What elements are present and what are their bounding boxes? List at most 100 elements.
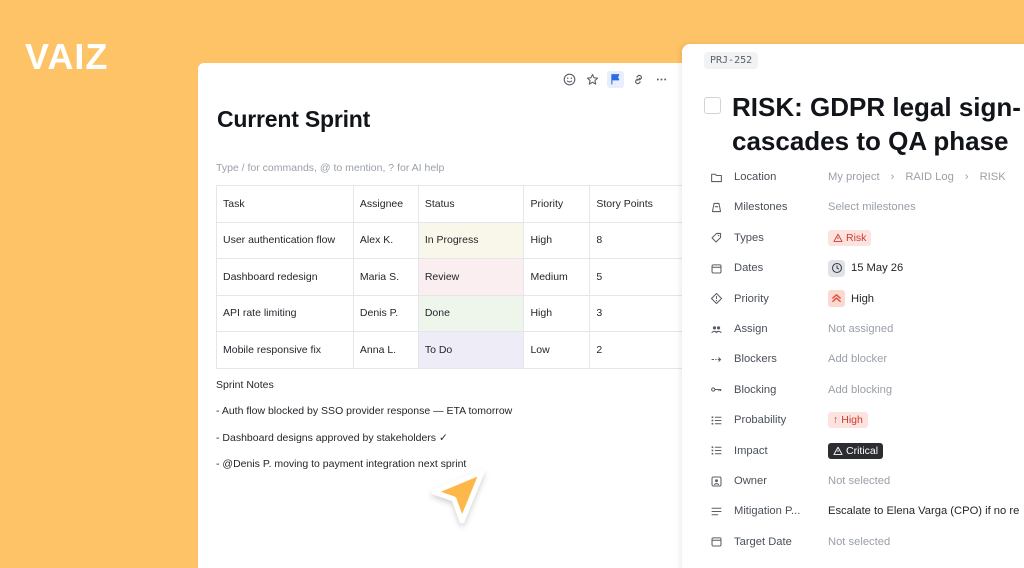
table-cell[interactable]: Denis P. bbox=[352, 294, 419, 332]
property-impact[interactable]: Impact Critical bbox=[710, 439, 1024, 463]
priority-text[interactable]: High bbox=[851, 293, 874, 305]
flag-button[interactable] bbox=[607, 71, 624, 88]
chevron-right-icon: › bbox=[890, 171, 895, 183]
property-label: Mitigation P... bbox=[734, 505, 801, 518]
blockers-value[interactable]: Add blocker bbox=[828, 353, 887, 365]
task-title[interactable]: RISK: GDPR legal sign- cascades to QA ph… bbox=[732, 90, 1021, 158]
emoji-button[interactable] bbox=[561, 71, 578, 88]
more-button[interactable] bbox=[653, 71, 670, 88]
location-breadcrumb: My project › RAID Log › RISK bbox=[828, 171, 1006, 183]
emoji-icon bbox=[563, 73, 576, 86]
property-label: Priority bbox=[734, 292, 769, 305]
table-cell[interactable]: Dashboard redesign bbox=[216, 258, 354, 296]
calendar-icon bbox=[710, 535, 724, 549]
table-cell[interactable]: Maria S. bbox=[352, 258, 419, 296]
table-cell[interactable]: API rate limiting bbox=[216, 294, 354, 332]
status-cell[interactable]: To Do bbox=[417, 331, 525, 369]
date-text[interactable]: 15 May 26 bbox=[851, 262, 903, 274]
document-title[interactable]: Current Sprint bbox=[217, 106, 370, 133]
task-title-line: cascades to QA phase bbox=[732, 126, 1009, 156]
property-location[interactable]: Location My project › RAID Log › RISK bbox=[710, 165, 1024, 189]
owner-value[interactable]: Not selected bbox=[828, 475, 890, 487]
vaiz-logo: VAIZ bbox=[25, 36, 125, 77]
link-icon bbox=[635, 74, 642, 85]
tag-label: Critical bbox=[846, 444, 879, 457]
property-label: Assign bbox=[734, 323, 768, 335]
task-detail-panel: PRJ-252 RISK: GDPR legal sign- cascades … bbox=[682, 44, 1024, 568]
table-row: User authentication flow Alex K. In Prog… bbox=[216, 221, 698, 259]
flag-icon bbox=[611, 74, 620, 85]
probability-tag[interactable]: ↑ High bbox=[828, 412, 868, 429]
property-priority[interactable]: Priority High bbox=[710, 287, 1024, 311]
property-blockers[interactable]: Blockers Add blocker bbox=[710, 347, 1024, 371]
column-header-task[interactable]: Task bbox=[216, 185, 354, 223]
property-label: Blockers bbox=[734, 353, 777, 366]
folder-icon bbox=[710, 170, 724, 184]
favorite-button[interactable] bbox=[584, 71, 601, 88]
property-label: Milestones bbox=[734, 201, 788, 214]
users-icon bbox=[710, 322, 724, 336]
pointer-cursor-icon bbox=[424, 466, 490, 532]
tag-label: High bbox=[841, 414, 863, 427]
property-label: Owner bbox=[734, 475, 767, 487]
property-owner[interactable]: Owner Not selected bbox=[710, 469, 1024, 493]
tag-label: Risk bbox=[846, 231, 867, 244]
target-date-value[interactable]: Not selected bbox=[828, 536, 890, 548]
notes-heading: Sprint Notes bbox=[216, 379, 274, 391]
risk-tag[interactable]: Risk bbox=[828, 229, 872, 246]
column-header-assignee[interactable]: Assignee bbox=[352, 185, 419, 223]
column-header-priority[interactable]: Priority bbox=[523, 185, 591, 223]
property-types[interactable]: Types Risk bbox=[710, 226, 1024, 250]
sprint-table: Task Assignee Status Priority Story Poin… bbox=[216, 185, 698, 369]
property-assign[interactable]: Assign Not assigned bbox=[710, 317, 1024, 341]
table-cell[interactable]: Alex K. bbox=[352, 221, 419, 259]
column-header-status[interactable]: Status bbox=[417, 185, 525, 223]
key-icon bbox=[710, 383, 724, 397]
task-complete-checkbox[interactable] bbox=[704, 97, 721, 114]
types-value: Risk bbox=[828, 229, 872, 246]
property-blocking[interactable]: Blocking Add blocking bbox=[710, 378, 1024, 402]
copy-link-button[interactable] bbox=[630, 71, 647, 88]
breadcrumb-item[interactable]: RAID Log bbox=[905, 171, 954, 183]
more-icon bbox=[656, 78, 667, 81]
clock-icon bbox=[828, 259, 845, 277]
status-cell[interactable]: Done bbox=[417, 294, 525, 332]
breadcrumb-item[interactable]: RISK bbox=[980, 171, 1006, 183]
property-target-date[interactable]: Target Date Not selected bbox=[710, 530, 1024, 554]
table-row: Dashboard redesign Maria S. Review Mediu… bbox=[216, 258, 698, 296]
priority-value: High bbox=[828, 290, 874, 308]
table-cell[interactable]: User authentication flow bbox=[216, 221, 354, 259]
mitigation-value[interactable]: Escalate to Elena Varga (CPO) if no re bbox=[828, 505, 1019, 517]
task-id-badge[interactable]: PRJ-252 bbox=[704, 52, 759, 69]
status-cell[interactable]: In Progress bbox=[417, 221, 525, 259]
table-cell[interactable]: Anna L. bbox=[352, 331, 419, 369]
list-icon bbox=[710, 413, 724, 427]
warning-icon bbox=[833, 233, 843, 242]
table-row: API rate limiting Denis P. Done High 3 bbox=[216, 294, 698, 332]
document-toolbar bbox=[561, 71, 670, 88]
tag-icon bbox=[710, 231, 724, 245]
status-cell[interactable]: Review bbox=[417, 258, 525, 296]
dates-value: 15 May 26 bbox=[828, 259, 903, 277]
property-mitigation-plan[interactable]: Mitigation P... Escalate to Elena Varga … bbox=[710, 499, 1024, 523]
property-milestones[interactable]: Milestones Select milestones bbox=[710, 195, 1024, 219]
arrow-up-icon: ↑ bbox=[833, 414, 839, 427]
chevron-right-icon: › bbox=[964, 171, 969, 183]
impact-tag[interactable]: Critical bbox=[828, 442, 884, 459]
table-cell[interactable]: High bbox=[523, 221, 591, 259]
text-lines-icon bbox=[710, 504, 724, 518]
table-cell[interactable]: Mobile responsive fix bbox=[216, 331, 354, 369]
assign-value[interactable]: Not assigned bbox=[828, 323, 893, 335]
table-cell[interactable]: High bbox=[523, 294, 591, 332]
property-dates[interactable]: Dates 15 May 26 bbox=[710, 256, 1024, 280]
table-cell[interactable]: Low bbox=[523, 331, 591, 369]
property-probability[interactable]: Probability ↑ High bbox=[710, 408, 1024, 432]
logo-text: VAIZ bbox=[25, 38, 108, 76]
editor-placeholder[interactable]: Type / for commands, @ to mention, ? for… bbox=[216, 162, 444, 174]
table-row: Mobile responsive fix Anna L. To Do Low … bbox=[216, 331, 698, 369]
table-cell[interactable]: Medium bbox=[523, 258, 591, 296]
blocking-value[interactable]: Add blocking bbox=[828, 384, 892, 396]
breadcrumb-item[interactable]: My project bbox=[828, 171, 880, 183]
milestones-value[interactable]: Select milestones bbox=[828, 201, 916, 213]
priority-high-icon bbox=[828, 290, 845, 308]
